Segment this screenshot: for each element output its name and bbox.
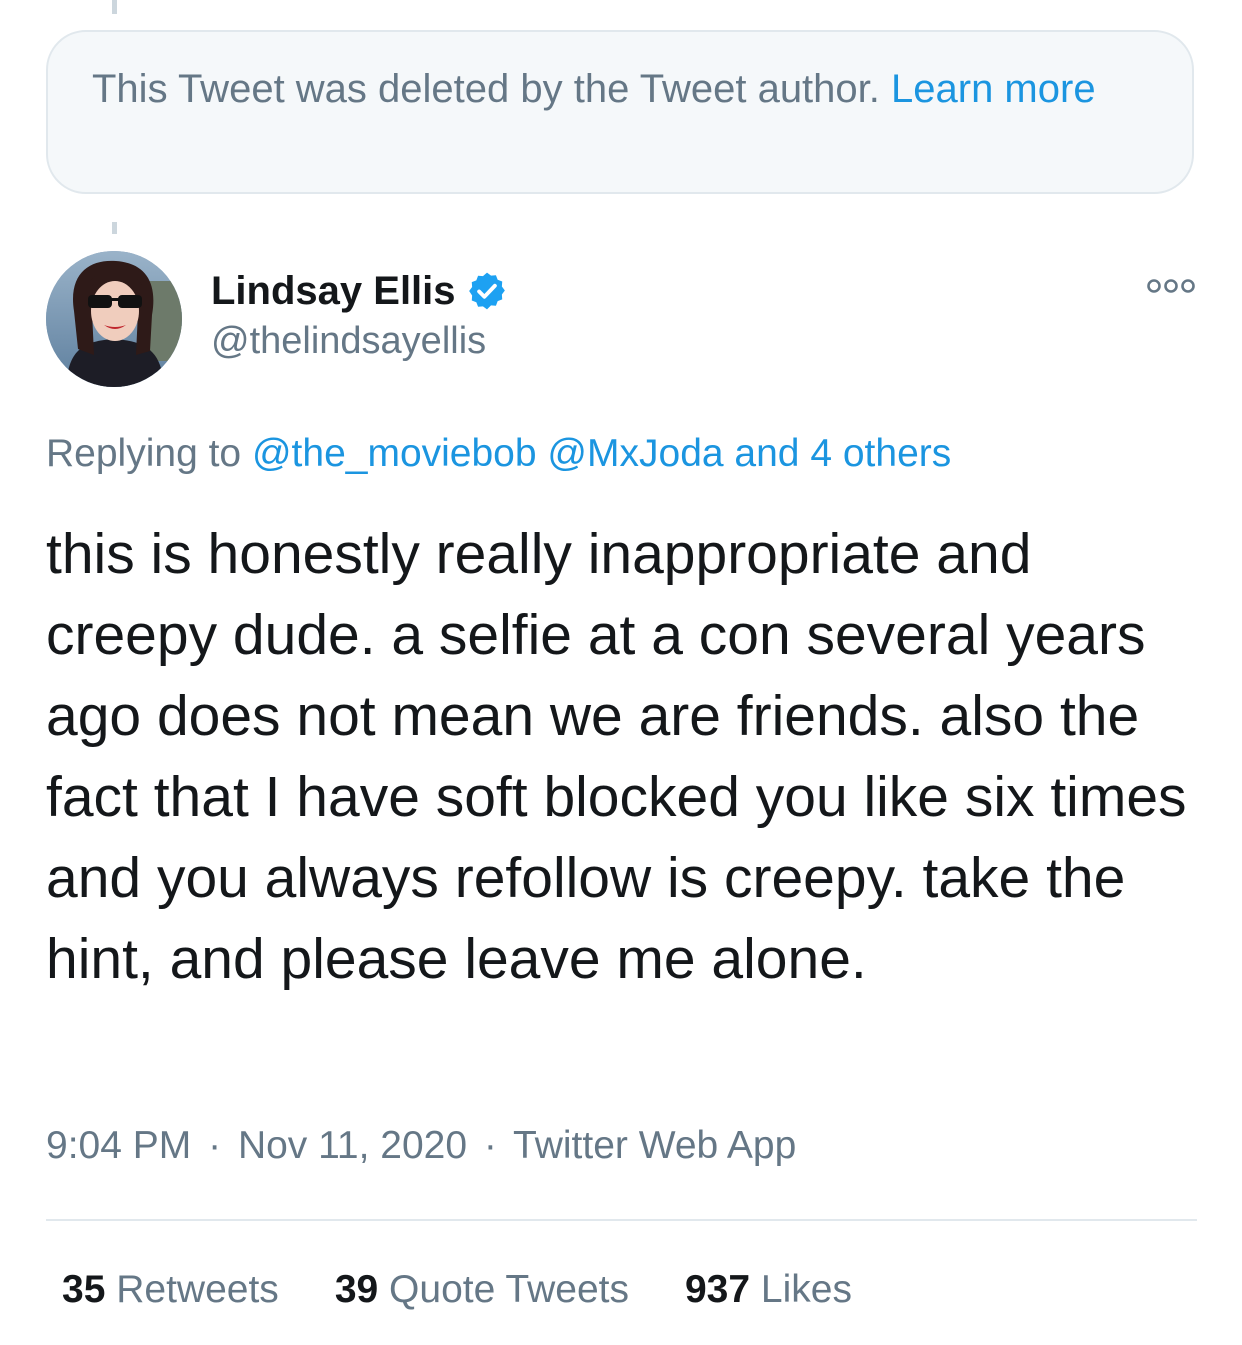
tweet-source[interactable]: Twitter Web App bbox=[513, 1124, 796, 1167]
mention-mxjoda[interactable]: @MxJoda bbox=[547, 432, 723, 475]
retweets-label: Retweets bbox=[116, 1268, 279, 1311]
tweet-text: this is honestly really inappropriate an… bbox=[46, 522, 1187, 991]
deleted-tweet-notice: This Tweet was deleted by the Tweet auth… bbox=[46, 30, 1194, 194]
tweet-date[interactable]: Nov 11, 2020 bbox=[238, 1124, 467, 1167]
deleted-notice-text: This Tweet was deleted by the Tweet auth… bbox=[92, 67, 880, 111]
tweet-time[interactable]: 9:04 PM bbox=[46, 1124, 191, 1167]
mention-the-moviebob[interactable]: @the_moviebob bbox=[252, 432, 537, 475]
replying-prefix: Replying to bbox=[46, 432, 242, 475]
author-name-row[interactable]: Lindsay Ellis bbox=[211, 266, 508, 316]
likes-label: Likes bbox=[760, 1268, 852, 1311]
engagement-stats: 35 Retweets 39 Quote Tweets 937 Likes bbox=[62, 1268, 908, 1312]
meta-separator: · bbox=[208, 1124, 222, 1167]
thread-line-top bbox=[112, 0, 117, 14]
author-name[interactable]: Lindsay Ellis bbox=[211, 269, 456, 314]
quote-tweets-stat[interactable]: 39 Quote Tweets bbox=[335, 1268, 629, 1312]
retweets-stat[interactable]: 35 Retweets bbox=[62, 1268, 279, 1312]
likes-count: 937 bbox=[684, 1268, 751, 1311]
likes-stat[interactable]: 937 Likes bbox=[685, 1268, 852, 1312]
thread-line-connector bbox=[112, 222, 117, 234]
avatar[interactable] bbox=[46, 251, 182, 387]
reply-others-link[interactable]: and 4 others bbox=[734, 432, 951, 475]
author-handle[interactable]: @thelindsayellis bbox=[211, 320, 486, 363]
quote-tweets-label: Quote Tweets bbox=[389, 1268, 629, 1311]
learn-more-link[interactable]: Learn more bbox=[891, 67, 1096, 111]
verified-badge-icon bbox=[468, 272, 505, 310]
more-options-icon[interactable] bbox=[1146, 276, 1196, 296]
tweet-meta: 9:04 PM · Nov 11, 2020 · Twitter Web App bbox=[46, 1124, 796, 1168]
avatar-photo bbox=[46, 251, 182, 387]
quote-tweets-count: 39 bbox=[334, 1268, 379, 1311]
reply-context: Replying to @the_moviebob @MxJoda and 4 … bbox=[46, 432, 951, 476]
divider bbox=[46, 1219, 1197, 1221]
meta-separator: · bbox=[483, 1124, 497, 1167]
retweets-count: 35 bbox=[62, 1268, 106, 1311]
